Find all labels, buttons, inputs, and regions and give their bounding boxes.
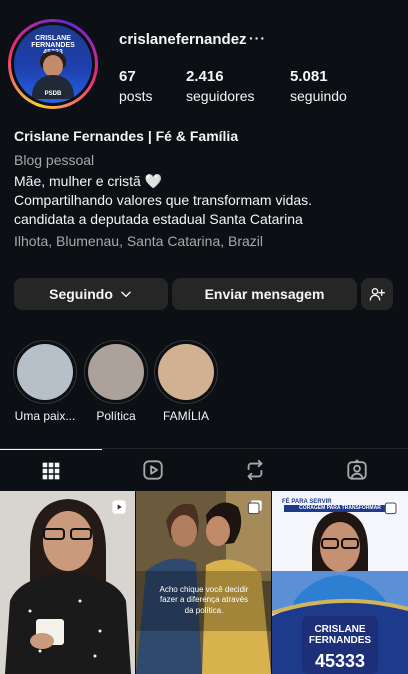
post-thumbnail[interactable]: FÉ PARA SERVIR CORAGEM PARA TRANSFORMAR …: [272, 491, 408, 674]
posts-grid: Acho chique você decidir fazer a diferen…: [0, 491, 408, 674]
highlight-ring: [154, 340, 218, 404]
avatar-campaign-line1: CRISLANE: [35, 35, 71, 42]
bio-category: Blog pessoal: [14, 152, 95, 168]
post-candidate-number: 45333: [314, 651, 366, 671]
post-candidate-name: CRISLANE FERNANDES: [302, 624, 378, 646]
carousel-badge: [384, 499, 400, 520]
highlight-item[interactable]: FAMÍLIA: [154, 340, 218, 423]
post-candidate-name-line2: FERNANDES: [308, 634, 372, 646]
carousel-badge: [247, 499, 263, 520]
post-caption-overlay: Acho chique você decidir fazer a diferen…: [159, 585, 249, 615]
highlight-label: FAMÍLIA: [162, 409, 209, 423]
carousel-icon: [384, 500, 399, 515]
bio-name: Crislane Fernandes | Fé & Família: [14, 128, 239, 144]
chevron-down-icon: [121, 291, 131, 298]
tab-posts[interactable]: [0, 449, 102, 491]
stat-posts-label: posts: [119, 88, 153, 104]
more-horizontal-icon[interactable]: ···: [249, 30, 266, 46]
avatar-image: CRISLANE FERNANDES 45333 PSDB: [14, 25, 92, 103]
profile-tabs: [0, 448, 408, 490]
add-user-icon: [369, 288, 385, 301]
highlight-label: Uma paix...: [14, 409, 76, 423]
tagged-icon: [347, 459, 367, 480]
username: crislanefernandez: [119, 31, 247, 48]
post-banner: CORAGEM PARA TRANSFORMAR: [284, 505, 396, 512]
stat-posts: 67 posts: [119, 68, 152, 104]
bio-line: candidata a deputada estadual Santa Cata…: [14, 211, 303, 227]
avatar-face: [43, 55, 63, 77]
highlight-cover: [17, 344, 73, 400]
send-message-button-label: Enviar mensagem: [204, 286, 325, 302]
post-candidate-name-line1: CRISLANE: [314, 624, 366, 635]
highlight-ring: [84, 340, 148, 404]
following-button[interactable]: Seguindo: [14, 278, 168, 310]
tab-reposts[interactable]: [204, 449, 306, 491]
highlight-cover: [158, 344, 214, 400]
highlight-item[interactable]: Política: [84, 340, 148, 423]
profile-header: CRISLANE FERNANDES 45333 PSDB crislanefe…: [0, 0, 408, 120]
following-button-label: Seguindo: [49, 286, 113, 302]
bio-line: Mãe, mulher e cristã 🤍: [14, 173, 163, 189]
reel-badge: [111, 499, 127, 520]
stat-following-label: seguindo: [290, 88, 347, 104]
highlight-item[interactable]: Uma paix...: [13, 340, 77, 423]
avatar-border: CRISLANE FERNANDES 45333 PSDB: [11, 22, 95, 106]
avatar-campaign-line2: FERNANDES: [31, 42, 75, 49]
stat-followers-label: seguidores: [186, 88, 255, 104]
stat-following[interactable]: 5.081 seguindo: [290, 68, 347, 104]
avatar-party: PSDB: [44, 91, 62, 97]
bio-line: Compartilhando valores que transformam v…: [14, 192, 313, 208]
post-thumbnail[interactable]: Acho chique você decidir fazer a diferen…: [136, 491, 271, 674]
tab-tagged[interactable]: [306, 449, 408, 491]
stat-posts-value: 67: [119, 68, 136, 85]
post-thumbnail[interactable]: [0, 491, 135, 674]
bio-location[interactable]: Ilhota, Blumenau, Santa Catarina, Brazil: [14, 233, 399, 252]
carousel-icon: [247, 500, 262, 515]
highlight-cover: [88, 344, 144, 400]
add-user-button[interactable]: [361, 278, 393, 310]
stat-followers-value: 2.416: [186, 68, 224, 85]
grid-icon: [42, 462, 60, 479]
stat-followers[interactable]: 2.416 seguidores: [186, 68, 255, 104]
reels-icon: [112, 500, 126, 514]
highlight-label: Política: [96, 409, 136, 423]
stat-following-value: 5.081: [290, 68, 328, 85]
avatar[interactable]: CRISLANE FERNANDES 45333 PSDB: [8, 19, 98, 109]
reels-icon: [143, 460, 163, 480]
bio: Crislane Fernandes | Fé & Família Blog p…: [14, 128, 399, 252]
reposts-icon: [247, 459, 263, 481]
tab-reels[interactable]: [102, 449, 204, 491]
highlight-ring: [13, 340, 77, 404]
send-message-button[interactable]: Enviar mensagem: [172, 278, 357, 310]
